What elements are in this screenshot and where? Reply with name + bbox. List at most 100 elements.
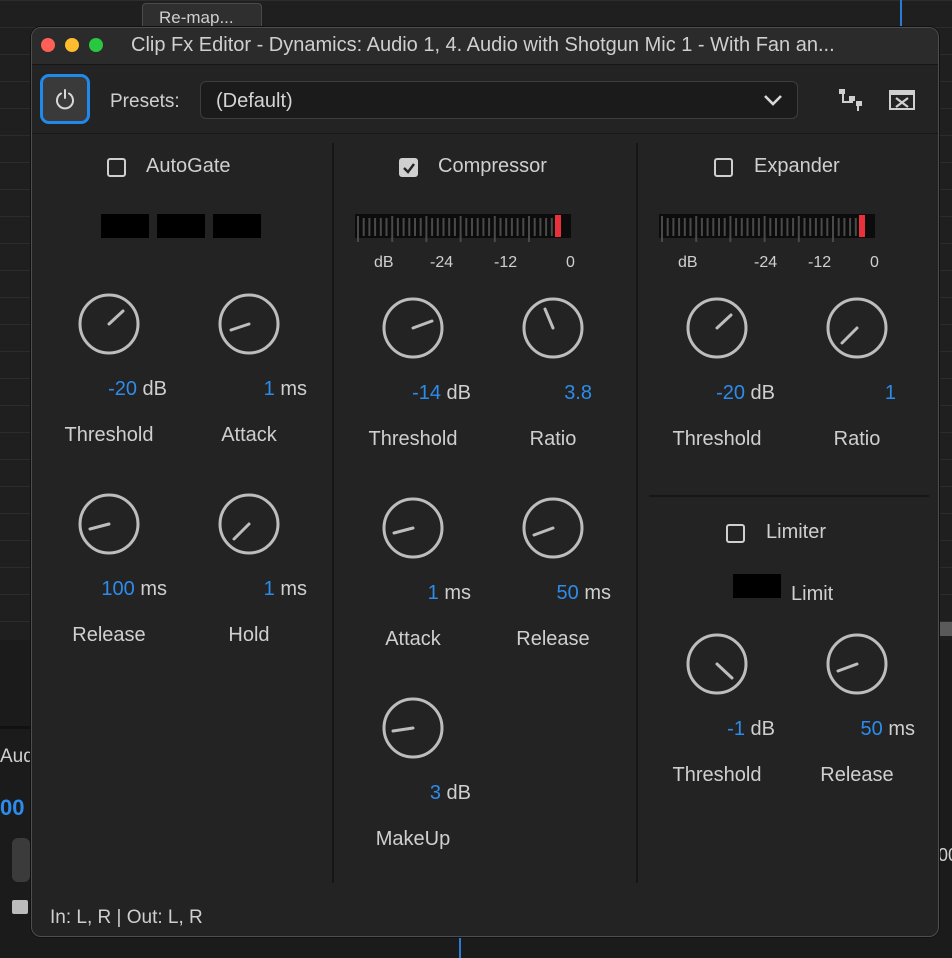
expander-threshold-value[interactable]: -20 dB [670,382,775,405]
compressor-ratio-knob[interactable] [521,296,585,360]
meter-segment [362,218,365,236]
compressor-threshold-value[interactable]: -14 dB [366,382,471,405]
channel-routing-icon[interactable] [838,88,864,112]
expander-ratio-value[interactable]: 1 [810,382,896,405]
limiter-checkbox[interactable] [726,524,745,543]
meter-segment [678,218,681,236]
meter-segment [809,218,812,236]
meter-segment [374,218,377,236]
meter-segment [740,218,743,236]
autogate-release-value[interactable]: 100 ms [62,578,167,601]
meter-segment [786,218,789,236]
meter-segment [368,218,371,236]
background-scrollbar[interactable] [940,622,952,636]
meter-segment [769,218,772,236]
autogate-release-label: Release [72,624,146,646]
limiter-threshold-value[interactable]: -1 dB [670,718,775,741]
compressor-makeup-value[interactable]: 3 dB [366,782,471,805]
bypass-power-button[interactable] [40,74,90,124]
autogate-threshold-knob[interactable] [77,292,141,356]
limiter-release-knob[interactable] [825,632,889,696]
lock-icon[interactable] [12,900,28,914]
limiter-threshold-knob[interactable] [685,632,749,696]
meter-segment [757,218,760,236]
meter-segment [718,218,720,236]
meter-segment [752,218,755,236]
gate-indicator-2 [157,214,205,238]
compressor-checkbox[interactable] [399,158,418,177]
meter-segment [792,218,795,236]
meter-segment [431,218,434,236]
meter-peak-indicator [859,215,865,237]
close-window-button[interactable] [41,38,55,52]
presets-dropdown[interactable]: (Default) [200,81,798,119]
compressor-makeup-knob[interactable] [381,696,445,760]
meter-segment [510,218,513,236]
meter-segment [661,216,663,242]
expander-checkbox[interactable] [714,158,733,177]
autogate-attack-knob[interactable] [217,292,281,356]
meter-segment [746,218,749,236]
compressor-meter-label-db: dB [374,254,394,271]
meter-segment [803,218,806,236]
meter-segment [706,218,709,236]
autogate-threshold-value[interactable]: -20 dB [62,378,167,401]
compressor-attack-value[interactable]: 1 ms [366,582,471,605]
autogate-attack-value[interactable]: 1 ms [202,378,307,401]
compressor-threshold-label: Threshold [368,428,458,450]
meter-segment [672,218,675,236]
expander-ratio-label: Ratio [833,428,881,450]
meter-segment [814,218,817,236]
limiter-release-label: Release [820,764,894,786]
meter-segment [539,218,542,236]
expander-threshold-label: Threshold [672,428,762,450]
expander-ratio-knob[interactable] [825,296,889,360]
chevron-down-icon [764,95,782,106]
autogate-threshold-label: Threshold [64,424,154,446]
window-title: Clip Fx Editor - Dynamics: Audio 1, 4. A… [131,34,835,56]
meter-segment [775,218,777,236]
meter-segment [712,218,715,236]
meter-segment [459,216,462,242]
background-right-text: 00 [938,845,952,865]
compressor-threshold-knob[interactable] [381,296,445,360]
zoom-window-button[interactable] [89,38,103,52]
title-bar[interactable]: Clip Fx Editor - Dynamics: Audio 1, 4. A… [32,28,938,65]
compressor-attack-knob[interactable] [381,496,445,560]
checkmark-icon [403,163,415,174]
meter-segment [465,218,468,236]
compressor-label: Compressor [438,155,547,177]
limit-label: Limit [791,583,834,605]
meter-segment [820,218,823,236]
limiter-release-value[interactable]: 50 ms [810,718,915,741]
column-divider [332,143,334,883]
compressor-release-label: Release [516,628,590,650]
meter-segment [357,216,359,242]
meter-segment [408,218,411,236]
minimize-window-button[interactable] [65,38,79,52]
meter-segment [763,216,766,242]
meter-segment [493,216,496,242]
compressor-ratio-value[interactable]: 3.8 [506,382,592,405]
meter-segment [723,218,726,236]
expander-label: Expander [754,155,840,177]
compressor-release-knob[interactable] [521,496,585,560]
compressor-release-value[interactable]: 50 ms [506,582,611,605]
clip-fx-editor-window: Clip Fx Editor - Dynamics: Audio 1, 4. A… [31,27,939,937]
autogate-hold-value[interactable]: 1 ms [202,578,307,601]
autogate-label: AutoGate [146,155,231,177]
limiter-threshold-label: Threshold [672,764,762,786]
autogate-release-knob[interactable] [77,492,141,556]
compressor-ratio-label: Ratio [529,428,577,450]
expander-threshold-knob[interactable] [685,296,749,360]
remove-effect-icon[interactable] [889,90,915,110]
meter-segment [391,216,394,242]
background-control[interactable] [12,838,30,882]
meter-segment [837,218,840,236]
autogate-checkbox[interactable] [107,158,126,177]
expander-meter-label-0: 0 [870,254,879,271]
autogate-hold-knob[interactable] [217,492,281,556]
meter-segment [545,218,548,236]
meter-segment [379,218,382,236]
meter-segment [505,218,508,236]
